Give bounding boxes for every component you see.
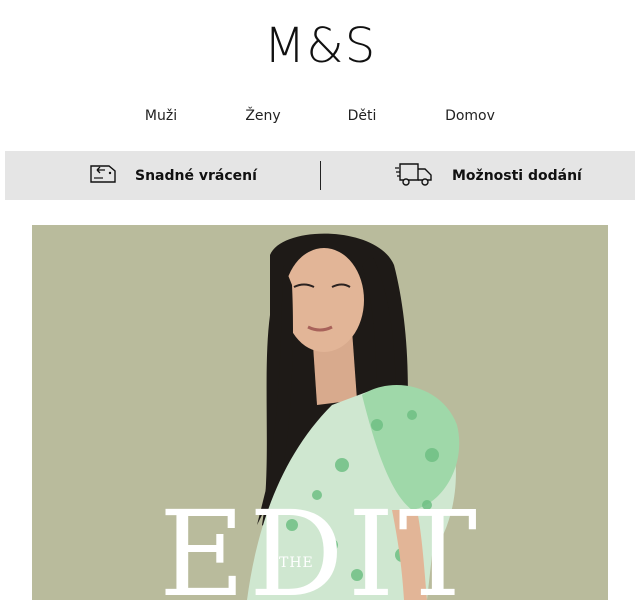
service-info-strip: Snadné vrácení Možnosti dodání [5,151,635,200]
hero-banner[interactable]: THE EDIT [32,225,608,600]
main-nav: Muži Ženy Děti Domov [0,108,640,128]
delivery-options-link[interactable]: Možnosti dodání [394,151,582,200]
nav-item-men[interactable]: Muži [145,108,177,124]
brand-logo[interactable]: M&S [0,18,640,74]
nav-item-women[interactable]: Ženy [245,108,280,124]
delivery-truck-icon [394,160,452,192]
return-tag-icon [89,162,135,190]
strip-divider [320,161,321,190]
nav-item-kids[interactable]: Děti [348,108,377,124]
nav-item-home[interactable]: Domov [445,108,495,124]
easy-returns-link[interactable]: Snadné vrácení [89,151,257,200]
hero-title: EDIT [158,485,482,600]
easy-returns-label: Snadné vrácení [135,167,257,184]
delivery-options-label: Možnosti dodání [452,167,582,184]
